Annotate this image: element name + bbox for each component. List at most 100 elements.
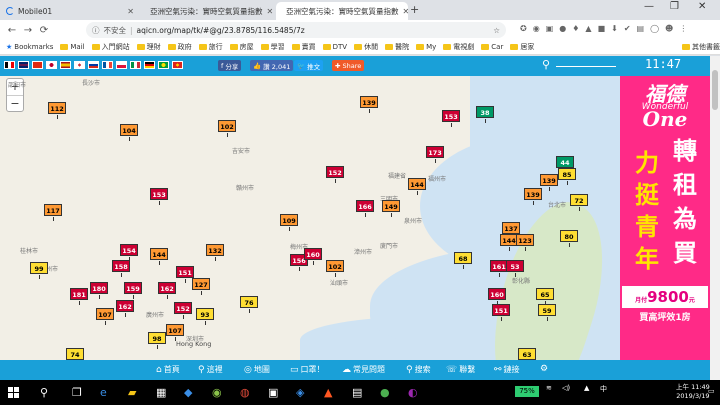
aqi-station-marker[interactable]: 80 — [560, 230, 578, 247]
app-icon[interactable]: ◐ — [408, 386, 418, 399]
share-button[interactable]: ✚ Share — [332, 60, 365, 71]
aqi-station-marker[interactable]: 68 — [454, 252, 472, 269]
aqi-station-marker[interactable]: 102 — [218, 120, 236, 137]
flag-icon[interactable] — [158, 61, 169, 69]
aqi-station-marker[interactable]: 151 — [492, 304, 510, 321]
bookmark-folder[interactable]: 休閒 — [354, 42, 378, 52]
aqi-station-marker[interactable]: 63 — [518, 348, 536, 360]
app-icon[interactable]: ▲ — [324, 386, 332, 399]
bookmark-folder[interactable]: 旅行 — [198, 42, 223, 52]
extension-icon[interactable]: ■ — [598, 24, 606, 33]
nav-links[interactable]: ⚯ 鏈接 — [494, 364, 520, 375]
tab-mobile01[interactable]: Mobile01 ✕ — [0, 2, 140, 20]
aqi-station-marker[interactable]: 173 — [426, 146, 444, 163]
facebook-like-button[interactable]: 👍 讚 2,041 — [250, 60, 294, 71]
aqi-station-marker[interactable]: 109 — [280, 214, 298, 231]
aqi-station-marker[interactable]: 85 — [558, 168, 576, 185]
aqi-station-marker[interactable]: 139 — [540, 174, 558, 191]
extension-icon[interactable]: ♦ — [572, 24, 579, 33]
flag-icon[interactable] — [130, 61, 141, 69]
bookmark-folder[interactable]: My — [416, 43, 436, 51]
aqi-station-marker[interactable]: 180 — [90, 282, 108, 299]
nav-faq[interactable]: ☁ 常見問題 — [342, 364, 385, 375]
aqi-station-marker[interactable]: 72 — [570, 194, 588, 211]
reload-button[interactable]: ⟳ — [36, 25, 52, 36]
aqi-station-marker[interactable]: 137 — [502, 222, 520, 239]
aqi-station-marker[interactable]: 153 — [150, 188, 168, 205]
extension-icon[interactable]: ▤ — [637, 24, 645, 33]
bookmark-folder[interactable]: 房屋 — [229, 42, 254, 52]
tray-icon[interactable]: ▲ — [584, 384, 589, 392]
extension-icon[interactable]: ◉ — [533, 24, 540, 33]
nav-settings[interactable]: ⚙ — [540, 364, 548, 374]
flag-icon[interactable] — [144, 61, 155, 69]
flag-icon[interactable] — [32, 61, 43, 69]
extension-icon[interactable]: ● — [559, 24, 566, 33]
maximize-button[interactable]: ❐ — [670, 1, 679, 12]
battery-indicator[interactable]: 75% — [515, 386, 539, 397]
page-scrollbar[interactable] — [710, 56, 720, 380]
extension-icon[interactable]: ✔ — [624, 24, 631, 33]
nav-masks[interactable]: ▭ 口罩！ — [290, 364, 325, 375]
advertisement-banner[interactable]: 福德 One Wonderful 力 挺 青 年 轉 租 為 買 月付9800元… — [620, 76, 710, 360]
back-button[interactable]: ← — [4, 25, 20, 36]
tweet-button[interactable]: 🐦 推文 — [294, 60, 324, 71]
app-icon[interactable]: ◉ — [212, 386, 222, 399]
input-method-icon[interactable]: 中 — [600, 384, 607, 394]
extension-icon[interactable]: ✪ — [520, 24, 527, 33]
flag-icon[interactable] — [88, 61, 99, 69]
search-input[interactable] — [556, 66, 616, 67]
aqi-station-marker[interactable]: 99 — [30, 262, 48, 279]
facebook-share-button[interactable]: f 分享 — [218, 60, 242, 71]
aqi-station-marker[interactable]: 107 — [166, 324, 184, 341]
bookmark-folder[interactable]: 賣買 — [291, 42, 316, 52]
forward-button[interactable]: → — [20, 25, 36, 36]
aqi-station-marker[interactable]: 160 — [304, 248, 322, 265]
bookmark-folder[interactable]: 醫院 — [385, 42, 409, 52]
bookmark-folder[interactable]: DTV — [322, 43, 347, 51]
tab-aqicn-2[interactable]: 亞洲空氣污染：實時空氣質量指數 ✕ — [276, 2, 408, 20]
file-explorer-icon[interactable]: ▰ — [128, 386, 136, 399]
aqi-station-marker[interactable]: 152 — [174, 302, 192, 319]
scrollbar-thumb[interactable] — [712, 70, 718, 110]
nav-map[interactable]: ◎ 地圖 — [244, 364, 270, 375]
extension-icon[interactable]: ▣ — [546, 24, 554, 33]
aqi-station-marker[interactable]: 162 — [116, 300, 134, 317]
tab-aqicn-1[interactable]: 亞洲空氣污染：實時空氣質量指數 ✕ — [140, 2, 274, 20]
aqi-station-marker[interactable]: 151 — [176, 266, 194, 283]
aqi-station-marker[interactable]: 132 — [206, 244, 224, 261]
aqi-station-marker[interactable]: 154 — [120, 244, 138, 261]
flag-icon[interactable] — [172, 61, 183, 69]
bookmark-folder[interactable]: Mail — [60, 43, 85, 51]
aqi-station-marker[interactable]: 76 — [240, 296, 258, 313]
aqi-station-marker[interactable]: 139 — [524, 188, 542, 205]
aqi-station-marker[interactable]: 123 — [516, 234, 534, 251]
bookmark-star-icon[interactable]: ☆ — [493, 26, 500, 35]
bookmark-folder[interactable]: 政府 — [167, 42, 192, 52]
aqi-station-marker[interactable]: 166 — [356, 200, 374, 217]
minimize-button[interactable]: — — [644, 1, 654, 12]
app-icon[interactable]: ▣ — [268, 386, 278, 399]
close-icon[interactable]: ✕ — [267, 7, 274, 16]
aqi-station-marker[interactable]: 144 — [408, 178, 426, 195]
aqi-station-marker[interactable]: 127 — [192, 278, 210, 295]
aqi-station-marker[interactable]: 149 — [382, 200, 400, 217]
aqi-station-marker[interactable]: 112 — [48, 102, 66, 119]
aqi-station-marker[interactable]: 153 — [442, 110, 460, 127]
volume-icon[interactable]: ◁) — [562, 384, 570, 392]
store-icon[interactable]: ▦ — [156, 386, 166, 399]
close-icon[interactable]: ✕ — [127, 7, 134, 16]
aqi-station-marker[interactable]: 144 — [150, 248, 168, 265]
aqi-station-marker[interactable]: 160 — [488, 288, 506, 305]
new-tab-button[interactable]: + — [410, 3, 419, 16]
flag-icon[interactable] — [102, 61, 113, 69]
profile-icon[interactable]: ☻ — [665, 24, 673, 33]
close-icon[interactable]: ✕ — [403, 7, 409, 16]
menu-icon[interactable]: ⋮ — [679, 24, 687, 33]
bookmark-folder[interactable]: 入門網站 — [91, 42, 130, 52]
aqi-map[interactable]: + − Hong Kong 邵阳市長沙市贛州市吉安市三明市福州市福建省泉州市廈門… — [0, 76, 620, 360]
bookmark-folder[interactable]: 其他書籤 — [682, 42, 720, 52]
search-icon[interactable]: ⚲ — [40, 386, 48, 399]
aqi-station-marker[interactable]: 74 — [66, 348, 84, 360]
bookmarks-menu[interactable]: ★ Bookmarks — [6, 43, 53, 51]
